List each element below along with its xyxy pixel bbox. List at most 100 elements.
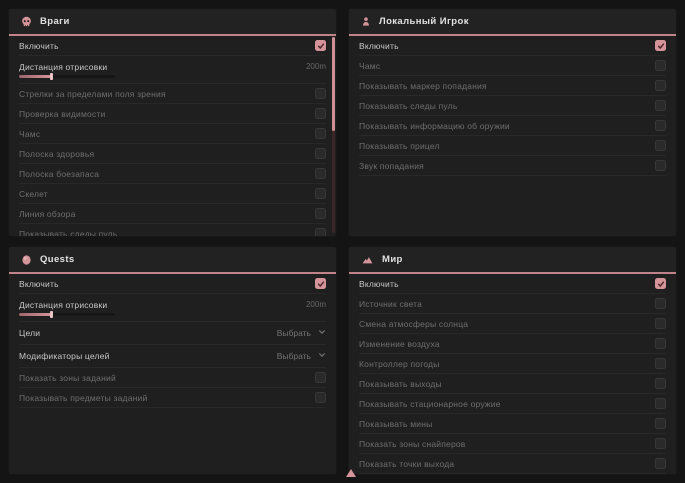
setting-row[interactable]: Показать зоны заданий [19,368,326,388]
checkbox[interactable] [655,398,666,409]
settings-rows: Включить Источник света Смена атмосферы со… [349,274,676,474]
render-distance-slider[interactable] [19,75,115,78]
checkbox[interactable] [315,168,326,179]
checkbox[interactable] [655,298,666,309]
checkbox[interactable] [315,208,326,219]
setting-row[interactable]: Включить [19,36,326,56]
cursor-triangle [346,469,356,477]
setting-label: Цели [19,328,40,338]
setting-row[interactable]: Линия обзора [19,204,326,224]
setting-label: Включить [359,41,399,51]
setting-row[interactable]: Полоска здоровья [19,144,326,164]
setting-row[interactable]: Контроллер погоды [359,354,666,374]
mountains-icon [361,254,374,265]
checkbox[interactable] [315,228,326,237]
setting-label: Показывать маркер попадания [359,81,487,91]
setting-label: Проверка видимости [19,109,105,119]
checkbox[interactable] [315,88,326,99]
setting-row[interactable]: Чамс [359,56,666,76]
dropdown[interactable]: Выбрать [277,351,326,361]
setting-row[interactable]: Полоска боезапаса [19,164,326,184]
checkbox[interactable] [655,120,666,131]
slider-thumb[interactable] [50,73,53,80]
setting-label: Показывать мины [359,419,432,429]
setting-label: Показать точки выхода [359,459,454,469]
slider-thumb[interactable] [50,311,53,318]
setting-label: Линия обзора [19,209,76,219]
setting-row[interactable]: Проверка видимости [19,104,326,124]
checkbox[interactable] [315,108,326,119]
scrollbar[interactable] [332,37,335,233]
scrollbar-thumb[interactable] [332,37,335,131]
setting-row[interactable]: Чамс [19,124,326,144]
setting-row[interactable]: Смена атмосферы солнца [359,314,666,334]
checkbox[interactable] [315,128,326,139]
panel-header: Локальный Игрок [349,9,676,36]
setting-row[interactable]: Показывать следы пуль [359,96,666,116]
checkbox[interactable] [655,100,666,111]
checkbox[interactable] [315,40,326,51]
panel-header: Мир [349,247,676,274]
setting-row[interactable]: Показывать выходы [359,374,666,394]
skull-icon [21,16,32,27]
checkbox[interactable] [655,458,666,469]
setting-label: Полоска боезапаса [19,169,99,179]
checkbox[interactable] [655,318,666,329]
setting-label: Включить [19,279,59,289]
render-distance-slider[interactable] [19,313,115,316]
setting-row[interactable]: Показывать маркер попадания [359,76,666,96]
setting-row[interactable]: Показывать информацию об оружии [359,116,666,136]
checkbox[interactable] [655,80,666,91]
dropdown[interactable]: Выбрать [277,328,326,338]
setting-label: Смена атмосферы солнца [359,319,468,329]
setting-row[interactable]: Показать точки выхода [359,454,666,474]
panel-local-player: Локальный Игрок Включить Чамс Показывать ма… [348,8,677,237]
slider-setting-row: Дистанция отрисовки200m [19,56,326,84]
panel-title: Враги [40,16,70,27]
setting-row[interactable]: Показывать прицел [359,136,666,156]
setting-row[interactable]: Показывать мины [359,414,666,434]
checkbox[interactable] [315,372,326,383]
setting-row[interactable]: Звук попадания [359,156,666,176]
panel-world: Мир Включить Источник света Смена атмосферы… [348,246,677,475]
settings-rows: ВключитьДистанция отрисовки200m Стрелки з… [9,36,336,237]
checkbox[interactable] [655,358,666,369]
setting-label: Звук попадания [359,161,424,171]
setting-row[interactable]: Включить [359,274,666,294]
settings-rows: Включить Чамс Показывать маркер попадания П… [349,36,676,176]
setting-row[interactable]: Включить [19,274,326,294]
setting-row[interactable]: Показывать следы пуль [19,224,326,237]
setting-row[interactable]: Скелет [19,184,326,204]
checkbox[interactable] [655,40,666,51]
setting-row[interactable]: Показывать предметы заданий [19,388,326,408]
setting-label: Дистанция отрисовки [19,300,107,310]
dropdown-value: Выбрать [277,351,311,361]
checkbox[interactable] [655,140,666,151]
setting-row[interactable]: Стрелки за пределами поля зрения [19,84,326,104]
checkbox[interactable] [315,188,326,199]
checkbox[interactable] [655,418,666,429]
setting-row[interactable]: Показать зоны снайперов [359,434,666,454]
panel-title: Локальный Игрок [379,16,469,27]
panel-header: Quests [9,247,336,274]
chevron-down-icon [318,328,326,338]
setting-row[interactable]: Показывать стационарное оружие [359,394,666,414]
checkbox[interactable] [655,60,666,71]
setting-label: Стрелки за пределами поля зрения [19,89,166,99]
setting-label: Включить [359,279,399,289]
checkbox[interactable] [315,148,326,159]
checkbox[interactable] [315,392,326,403]
checkbox[interactable] [655,378,666,389]
panel-quests: QuestsВключитьДистанция отрисовки200mЦел… [8,246,337,475]
select-setting-row: Модификаторы целейВыбрать [19,345,326,368]
slider-fill [19,75,51,78]
checkbox[interactable] [655,278,666,289]
checkbox[interactable] [315,278,326,289]
setting-row[interactable]: Включить [359,36,666,56]
setting-row[interactable]: Изменение воздуха [359,334,666,354]
setting-row[interactable]: Источник света [359,294,666,314]
checkbox[interactable] [655,338,666,349]
checkbox[interactable] [655,160,666,171]
checkbox[interactable] [655,438,666,449]
select-setting-row: Цели Выбрать [19,322,326,345]
